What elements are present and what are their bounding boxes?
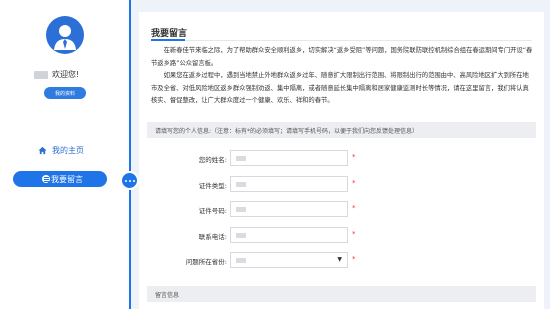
sidebar: 欢迎您! 我的资料 我的主页 我要留言	[0, 0, 129, 309]
sidebar-toggle-button[interactable]	[120, 171, 139, 190]
message-icon	[42, 175, 50, 183]
home-icon	[38, 146, 47, 155]
blurred-value	[236, 182, 246, 187]
required-marker: *	[352, 153, 356, 161]
main-panel: 我要留言 在新春佳节来临之际，为了帮助群众安全顺利返乡，切实解决“返乡受阻”等问…	[139, 12, 544, 309]
dot-icon	[124, 179, 127, 182]
page-title: 我要留言	[151, 29, 188, 39]
sidebar-item-message[interactable]: 我要留言	[13, 171, 107, 187]
id-number-input[interactable]	[230, 201, 348, 217]
personal-info-section-header: 请填写您的个人信息:（注意：标有*的必须填写；请填写手机号码，以便于我们向您反馈…	[147, 122, 536, 138]
province-select[interactable]: ▼	[230, 252, 348, 268]
phone-row: 联系电话: *	[139, 227, 544, 243]
province-row: 问题所在省份: ▼ *	[139, 252, 544, 268]
required-marker: *	[352, 255, 356, 263]
avatar[interactable]	[46, 16, 84, 54]
required-marker: *	[352, 179, 356, 187]
id-number-label: 证件号码:	[198, 207, 227, 215]
blurred-value	[236, 258, 246, 263]
welcome-label: 欢迎您!	[52, 70, 80, 79]
province-label: 问题所在省份:	[185, 258, 227, 266]
id-type-row: 证件类型: *	[139, 176, 544, 192]
message-section-header: 留言信息	[147, 286, 536, 302]
dot-icon	[132, 179, 135, 182]
phone-label: 联系电话:	[198, 233, 227, 241]
intro-paragraph: 如果您在返乡过程中，遇到当地禁止外地群众返乡过年、随意扩大限制出行范围、将限制出…	[151, 72, 529, 104]
my-profile-button[interactable]: 我的资料	[44, 87, 86, 99]
username-blurred	[34, 70, 48, 79]
id-type-input[interactable]	[230, 176, 348, 192]
user-avatar-icon	[54, 25, 76, 50]
id-type-label: 证件类型:	[198, 182, 227, 190]
required-marker: *	[352, 204, 356, 212]
blurred-value	[236, 207, 246, 212]
id-number-row: 证件号码: *	[139, 201, 544, 217]
intro-paragraph: 在新春佳节来临之际，为了帮助群众安全顺利返乡，切实解决“返乡受阻”等问题，国务院…	[151, 47, 533, 67]
sidebar-item-home-label: 我的主页	[52, 146, 84, 155]
title-divider	[151, 39, 532, 41]
sidebar-item-home[interactable]: 我的主页	[38, 145, 84, 156]
required-marker: *	[352, 230, 356, 238]
name-input[interactable]	[230, 150, 348, 166]
intro-text: 在新春佳节来临之际，为了帮助群众安全顺利返乡，切实解决“返乡受阻”等问题，国务院…	[151, 45, 534, 108]
name-row: 您的姓名: *	[139, 150, 544, 166]
chevron-down-icon: ▼	[337, 256, 342, 263]
blurred-value	[236, 233, 246, 238]
sidebar-divider	[129, 0, 131, 309]
welcome-text: 欢迎您!	[34, 69, 79, 80]
phone-input[interactable]	[230, 227, 348, 243]
name-label: 您的姓名:	[198, 156, 227, 164]
blurred-value	[236, 156, 246, 161]
dot-icon	[128, 179, 131, 182]
sidebar-item-message-label: 我要留言	[51, 174, 83, 184]
